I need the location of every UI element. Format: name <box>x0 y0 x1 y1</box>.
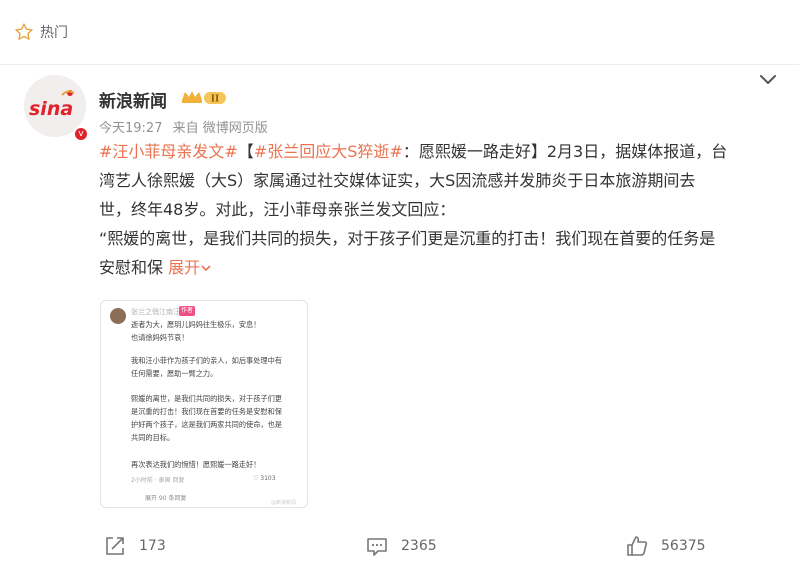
like-button[interactable]: 56375 <box>626 533 706 559</box>
thumb-paragraph: 熙媛的离世，是我们共同的损失，对于孩子们更 是沉重的打击！我们现在首要的任务是安… <box>131 394 282 442</box>
chevron-down-icon <box>201 265 211 272</box>
content-text: 安慰和保 <box>99 258 164 277</box>
thumb-more-replies: 展开 90 条回复 <box>145 495 187 502</box>
content-text: ：愿熙媛一路走好】2月3日，据媒体报道，台 <box>402 142 728 161</box>
thumb-watermark: @新浪新闻 <box>271 500 297 506</box>
weibo-post-card: sina v 新浪新闻 II 今天19:27 来自 微博网页版 #汪小菲母亲发文… <box>0 64 799 571</box>
thumbs-up-icon <box>627 536 648 556</box>
like-count: 56375 <box>661 538 706 554</box>
share-count: 173 <box>139 538 166 554</box>
thumb-author: 张兰之俏江南汪 <box>131 308 180 316</box>
thumb-likes-count: 3103 <box>260 475 276 482</box>
thumb-avatar <box>110 308 126 324</box>
share-icon <box>106 537 124 555</box>
topic-link[interactable]: #汪小菲母亲发文# <box>99 142 238 161</box>
bracket-open: 【 <box>237 142 254 161</box>
verified-badge: v <box>73 126 89 142</box>
content-line-3: 世，终年48岁。对此，汪小菲母亲张兰发文回应： <box>99 200 456 219</box>
expand-label: 展开 <box>168 258 201 277</box>
thumb-author-tag: 作者 <box>179 306 196 316</box>
hot-section-header: 热门 <box>0 0 799 64</box>
content-line-2: 湾艺人徐熙媛（大S）家属通过社交媒体证实，大S因流感并发肺炎于日本旅游期间去 <box>99 171 696 190</box>
star-outline-icon <box>15 23 33 40</box>
svg-text:sina: sina <box>29 98 73 120</box>
thumb-likes: ♡ 3103 <box>253 475 276 482</box>
thumb-paragraph: 再次表达我们的惋惜！愿熙媛一路走好！ <box>131 460 261 469</box>
comment-icon <box>367 538 387 556</box>
author-name[interactable]: 新浪新闻 <box>99 87 167 112</box>
comment-button[interactable]: 2365 <box>366 533 437 559</box>
post-image[interactable]: 张兰之俏江南汪 作者 逝者为大，愿玥儿妈妈往生极乐，安息！ 也请徐妈妈节哀！ 我… <box>100 300 308 508</box>
thumb-footer: 2小时前 · 泰国 回复 <box>131 477 185 484</box>
share-button[interactable]: 173 <box>104 533 166 559</box>
post-meta: 今天19:27 来自 微博网页版 <box>99 117 274 136</box>
comment-count: 2365 <box>401 538 437 554</box>
action-bar: 173 2365 56375 <box>0 533 799 563</box>
thumb-paragraph: 我和汪小菲作为孩子们的亲人，如后事处理中有 任何需要，愿助一臂之力。 <box>131 356 282 378</box>
thumb-paragraph: 逝者为大，愿玥儿妈妈往生极乐，安息！ 也请徐妈妈节哀！ <box>131 320 261 342</box>
post-content: #汪小菲母亲发文#【#张兰回应大S猝逝#：愿熙媛一路走好】2月3日，据媒体报道，… <box>99 137 779 282</box>
level-badge-icon: II <box>182 91 226 105</box>
post-source: 来自 微博网页版 <box>172 121 268 136</box>
avatar[interactable]: sina v <box>24 75 89 142</box>
content-line-4: “熙媛的离世，是我们共同的损失，对于孩子们更是沉重的打击！我们现在首要的任务是 <box>99 229 716 248</box>
topic-link[interactable]: #张兰回应大S猝逝# <box>254 142 403 161</box>
level-badge-text: II <box>211 95 219 105</box>
chevron-down-icon[interactable] <box>756 67 780 91</box>
expand-button[interactable]: 展开 <box>163 258 212 277</box>
hot-label: 热门 <box>40 25 68 41</box>
content-line-5: 安慰和保 展开 <box>99 253 779 282</box>
content-line-1: #汪小菲母亲发文#【#张兰回应大S猝逝#：愿熙媛一路走好】2月3日，据媒体报道，… <box>99 137 779 166</box>
post-time[interactable]: 今天19:27 <box>99 121 162 136</box>
